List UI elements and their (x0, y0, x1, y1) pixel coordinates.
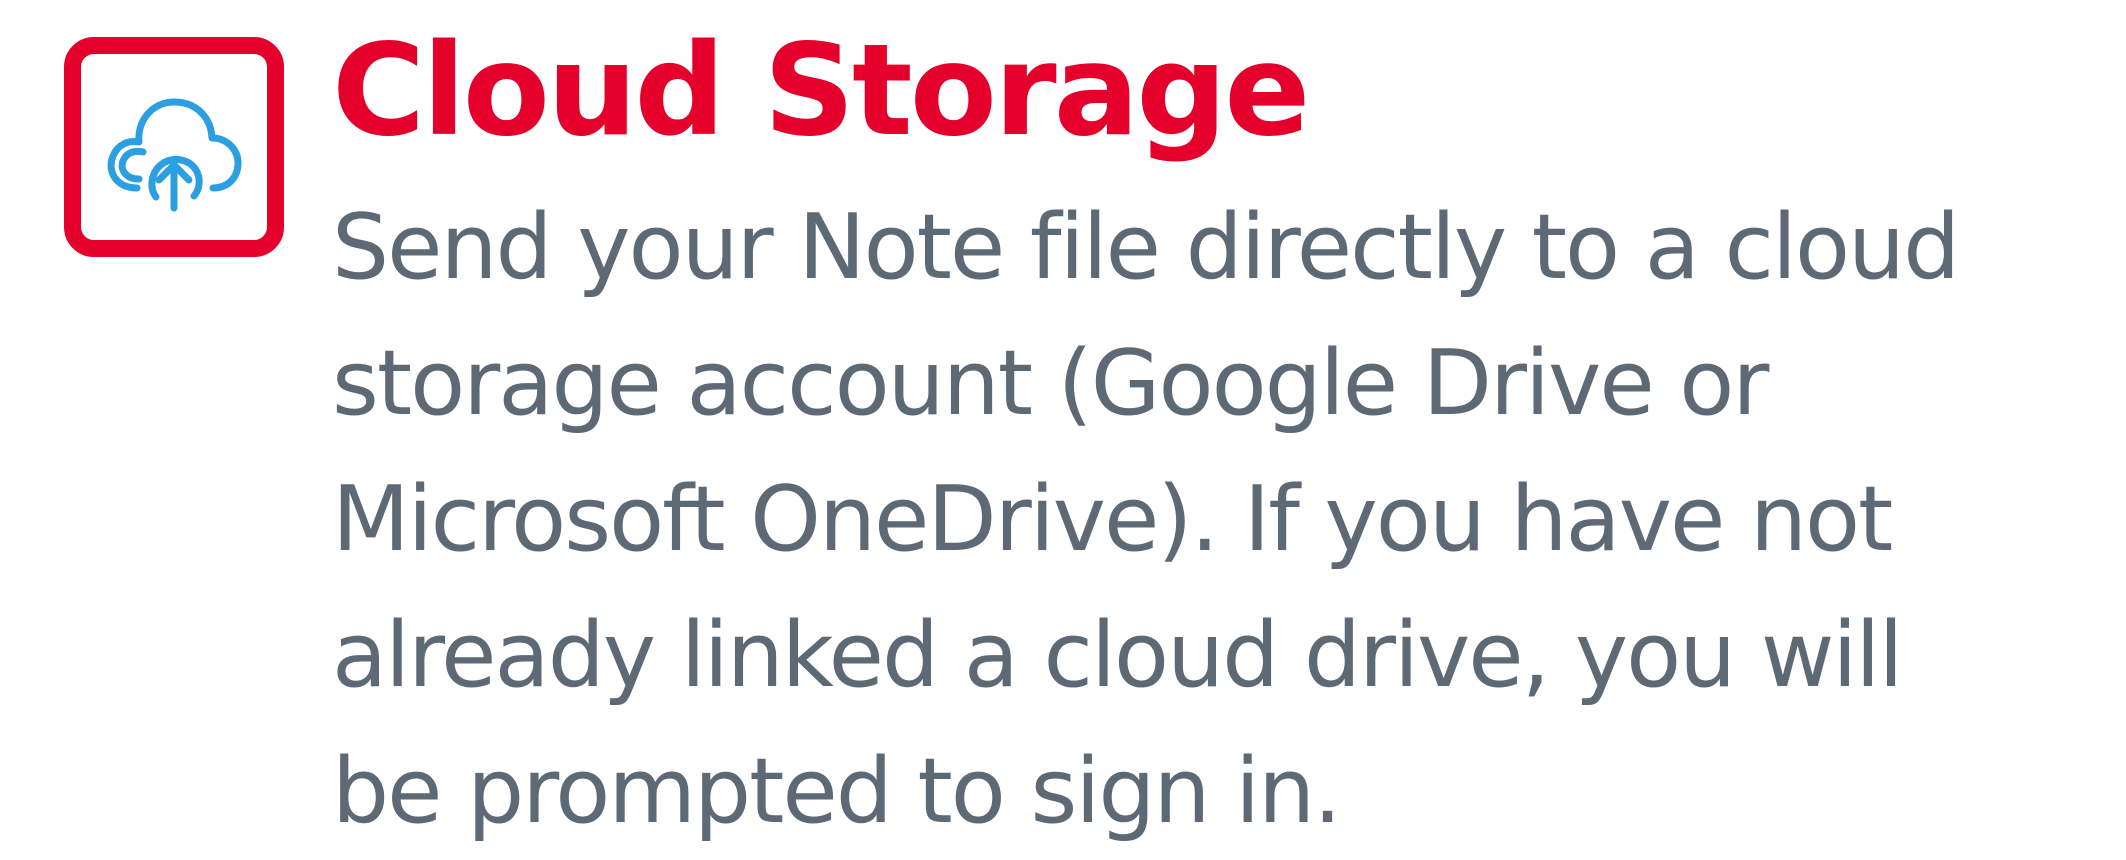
cloud-upload-icon (107, 98, 242, 212)
description-line: Microsoft OneDrive). If you have not (332, 467, 1893, 572)
feature-description: Send your Note file directly to a cloud … (332, 180, 2112, 860)
description-line: storage account (Google Drive or (332, 331, 1769, 436)
cloud-storage-feature: Cloud Storage Send your Note file direct… (0, 0, 2126, 844)
description-line: already linked a cloud drive, you will (332, 603, 1903, 708)
cloud-storage-icon-frame (64, 37, 284, 257)
feature-title: Cloud Storage (332, 16, 1310, 164)
description-line: Send your Note file directly to a cloud (332, 195, 1960, 300)
description-line: be prompted to sign in. (332, 739, 1342, 844)
